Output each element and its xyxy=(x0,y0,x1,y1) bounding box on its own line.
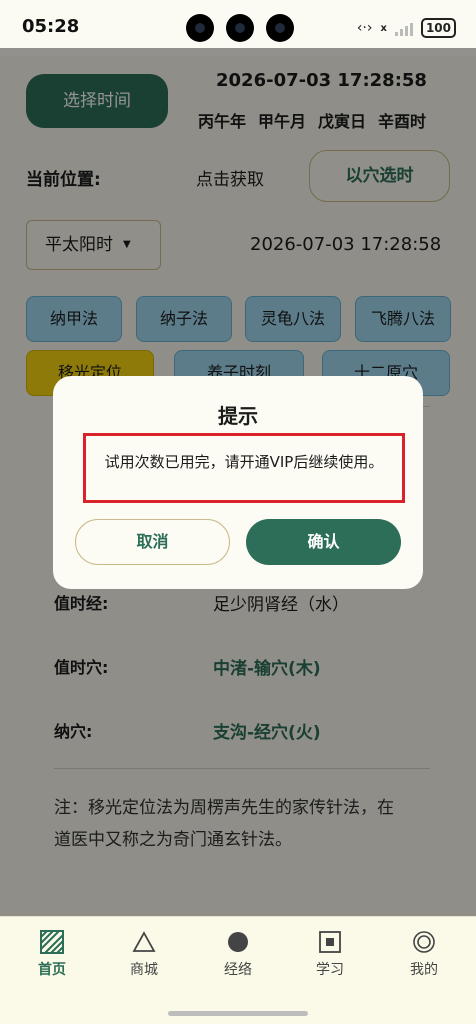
camera-cutouts xyxy=(186,14,294,42)
camera-icon xyxy=(186,14,214,42)
tab-shop[interactable]: 商城 xyxy=(104,929,184,979)
home-indicator[interactable] xyxy=(168,1011,308,1016)
tab-label: 首页 xyxy=(38,962,66,978)
tab-label: 学习 xyxy=(316,962,344,978)
bottom-tab-bar: 首页 商城 经络 学习 我的 xyxy=(0,916,476,1024)
dialog-title: 提示 xyxy=(218,404,258,428)
tab-label: 经络 xyxy=(224,962,252,978)
circle-icon xyxy=(198,929,278,955)
camera-icon xyxy=(226,14,254,42)
tab-label: 商城 xyxy=(130,962,158,978)
tab-label: 我的 xyxy=(410,962,438,978)
triangle-icon xyxy=(104,929,184,955)
target-icon xyxy=(384,929,464,955)
signal-icon xyxy=(394,20,413,36)
tab-meridians[interactable]: 经络 xyxy=(198,929,278,979)
camera-icon xyxy=(266,14,294,42)
dialog-message: 试用次数已用完，请开通VIP后继续使用。 xyxy=(83,433,405,503)
home-grid-icon xyxy=(12,929,92,955)
status-time: 05:28 xyxy=(22,16,80,37)
link-icon: ‹·› xyxy=(356,20,373,36)
tab-me[interactable]: 我的 xyxy=(384,929,464,979)
alert-dialog: 提示 试用次数已用完，请开通VIP后继续使用。 取消 确认 xyxy=(53,376,423,589)
no-signal-mark: x xyxy=(380,22,387,34)
cancel-button[interactable]: 取消 xyxy=(75,519,230,565)
battery-icon: 100 xyxy=(420,18,456,38)
tab-study[interactable]: 学习 xyxy=(290,929,370,979)
tab-home[interactable]: 首页 xyxy=(12,929,92,979)
confirm-button[interactable]: 确认 xyxy=(246,519,401,565)
square-icon xyxy=(290,929,370,955)
